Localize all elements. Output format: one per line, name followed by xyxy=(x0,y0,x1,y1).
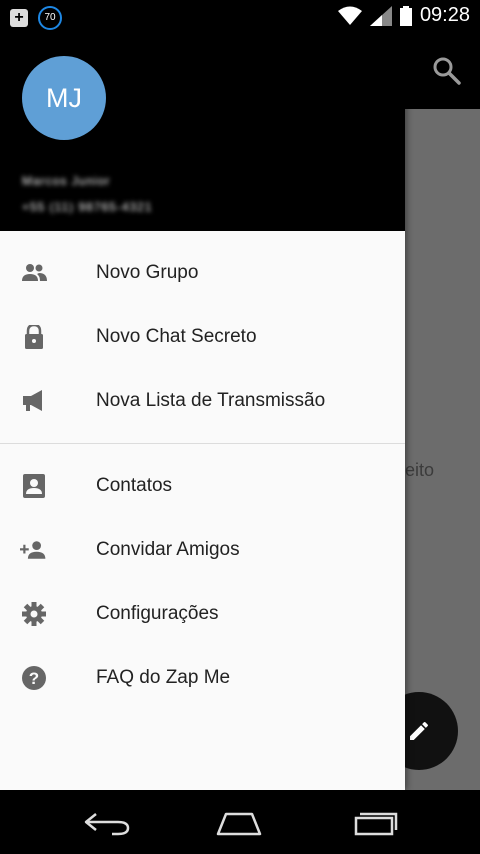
wifi-icon xyxy=(337,6,362,25)
status-bar: + 70 09:28 xyxy=(0,0,480,34)
recents-icon[interactable] xyxy=(350,808,400,838)
menu-item-faq[interactable]: ? FAQ do Zap Me xyxy=(0,646,405,710)
battery-icon xyxy=(399,5,412,26)
menu-item-label: Convidar Amigos xyxy=(96,539,240,560)
menu-item-invite-friends[interactable]: Convidar Amigos xyxy=(0,518,405,582)
divider xyxy=(0,443,405,444)
lock-icon xyxy=(25,325,43,349)
counter-badge-icon: 70 xyxy=(38,6,62,30)
signal-icon xyxy=(369,5,392,26)
add-person-icon xyxy=(20,541,46,559)
user-phone: +55 (11) 98765-4321 xyxy=(22,200,153,214)
user-name: Marcos Junior xyxy=(22,174,111,188)
search-icon[interactable] xyxy=(432,56,462,86)
pencil-icon xyxy=(410,721,428,740)
menu-item-label: Nova Lista de Transmissão xyxy=(96,390,326,411)
clock: 09:28 xyxy=(419,4,470,26)
gear-icon xyxy=(22,602,46,626)
menu-item-label: Novo Grupo xyxy=(96,262,199,283)
contact-icon xyxy=(23,474,45,498)
menu-item-contacts[interactable]: Contatos xyxy=(0,454,405,518)
group-icon xyxy=(22,264,47,281)
navigation-drawer: MJ Marcos Junior +55 (11) 98765-4321 Nov… xyxy=(0,34,405,790)
menu-item-label: Contatos xyxy=(96,475,173,496)
help-icon: ? xyxy=(22,666,46,690)
megaphone-icon xyxy=(23,390,42,411)
menu-item-broadcast-list[interactable]: Nova Lista de Transmissão xyxy=(0,369,405,433)
menu-item-settings[interactable]: Configurações xyxy=(0,582,405,646)
menu-item-label: FAQ do Zap Me xyxy=(96,667,231,688)
menu-item-label: Novo Chat Secreto xyxy=(96,326,257,347)
notification-plus-icon: + xyxy=(10,9,28,27)
chat-list-area xyxy=(405,109,480,790)
back-icon[interactable] xyxy=(82,808,132,838)
home-icon[interactable] xyxy=(214,808,264,838)
navigation-bar xyxy=(0,790,480,854)
drawer-menu: Novo Grupo Novo Chat Secreto Nova Lista … xyxy=(0,231,405,710)
menu-item-label: Configurações xyxy=(96,603,219,624)
menu-item-new-group[interactable]: Novo Grupo xyxy=(0,241,405,305)
svg-text:?: ? xyxy=(29,669,39,688)
drawer-header: MJ Marcos Junior +55 (11) 98765-4321 xyxy=(0,34,405,231)
avatar[interactable]: MJ xyxy=(22,56,106,140)
menu-item-secret-chat[interactable]: Novo Chat Secreto xyxy=(0,305,405,369)
